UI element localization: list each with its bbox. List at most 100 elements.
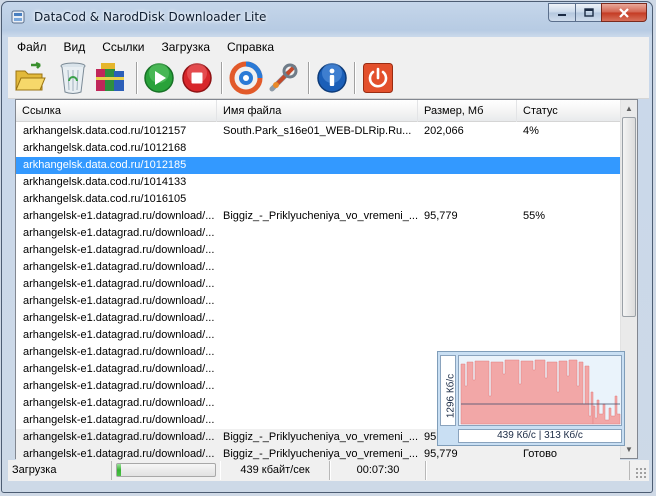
menu-view[interactable]: Вид xyxy=(55,40,94,54)
column-header-status[interactable]: Статус xyxy=(517,100,620,122)
open-button[interactable] xyxy=(12,60,48,96)
cell-status: 55% xyxy=(523,210,546,222)
table-row[interactable]: arhangelsk-e1.datagrad.ru/download/... xyxy=(16,293,620,310)
list-header: Ссылка Имя файла Размер, Мб Статус xyxy=(16,100,620,122)
cell-link: arkhangelsk.data.cod.ru/1012168 xyxy=(23,142,187,154)
cell-link: arhangelsk-e1.datagrad.ru/download/... xyxy=(23,210,215,222)
cell-link: arhangelsk-e1.datagrad.ru/download/... xyxy=(23,363,215,375)
info-icon xyxy=(317,63,347,93)
table-row[interactable]: arhangelsk-e1.datagrad.ru/download/... xyxy=(16,259,620,276)
cell-link: arkhangelsk.data.cod.ru/1012157 xyxy=(23,125,187,137)
menu-bar: Файл Вид Ссылки Загрузка Справка xyxy=(8,37,649,57)
minimize-icon xyxy=(558,13,566,16)
menu-download[interactable]: Загрузка xyxy=(152,40,218,54)
cell-link: arhangelsk-e1.datagrad.ru/download/... xyxy=(23,329,215,341)
toolbar-separator xyxy=(221,62,223,94)
cell-link: arhangelsk-e1.datagrad.ru/download/... xyxy=(23,227,215,239)
menu-links[interactable]: Ссылки xyxy=(93,40,152,54)
recycle-bin-icon xyxy=(60,62,86,94)
status-extra-panel xyxy=(426,461,630,480)
start-button[interactable] xyxy=(141,60,177,96)
progress-fill xyxy=(117,464,121,476)
close-icon xyxy=(619,7,629,18)
stop-icon xyxy=(182,63,212,93)
menu-help[interactable]: Справка xyxy=(218,40,282,54)
archive-boxes-icon xyxy=(96,63,124,91)
window-title: DataCod & NarodDisk Downloader Lite xyxy=(34,10,267,24)
table-row[interactable]: arhangelsk-e1.datagrad.ru/download/... xyxy=(16,225,620,242)
table-row[interactable]: arkhangelsk.data.cod.ru/1012185 xyxy=(16,157,620,174)
open-folder-icon xyxy=(15,62,46,91)
toolbar-separator xyxy=(354,62,356,94)
toolbar-separator xyxy=(308,62,310,94)
status-label: Загрузка xyxy=(8,461,112,480)
cell-link: arhangelsk-e1.datagrad.ru/download/... xyxy=(23,295,215,307)
scroll-thumb[interactable] xyxy=(622,117,636,317)
speed-graph-area xyxy=(460,359,621,425)
settings-button[interactable] xyxy=(265,60,301,96)
download-progress-bar xyxy=(116,463,216,477)
cell-link: arkhangelsk.data.cod.ru/1016105 xyxy=(23,193,187,205)
graph-ylabel-box: 1296 Кб/с xyxy=(440,355,457,426)
table-row[interactable]: arkhangelsk.data.cod.ru/1014133 xyxy=(16,174,620,191)
status-speed: 439 кбайт/сек xyxy=(220,461,330,480)
status-bar: Загрузка 439 кбайт/сек 00:07:30 xyxy=(8,460,649,481)
app-icon xyxy=(11,10,25,24)
start-play-icon xyxy=(144,63,174,93)
resize-grip[interactable] xyxy=(635,467,647,479)
table-row[interactable]: arhangelsk-e1.datagrad.ru/download/... xyxy=(16,327,620,344)
delete-button[interactable] xyxy=(55,60,91,96)
column-header-link[interactable]: Ссылка xyxy=(16,100,217,122)
cell-link: arkhangelsk.data.cod.ru/1014133 xyxy=(23,176,187,188)
cell-link: arhangelsk-e1.datagrad.ru/download/... xyxy=(23,397,215,409)
toolbar-separator xyxy=(136,62,138,94)
status-time: 00:07:30 xyxy=(330,461,426,480)
cell-link: arhangelsk-e1.datagrad.ru/download/... xyxy=(23,431,215,443)
info-button[interactable] xyxy=(314,60,350,96)
cell-link: arhangelsk-e1.datagrad.ru/download/... xyxy=(23,278,215,290)
graph-max-speed: 1296 Кб/с xyxy=(445,373,457,419)
cell-link: arhangelsk-e1.datagrad.ru/download/... xyxy=(23,312,215,324)
close-button[interactable] xyxy=(601,3,647,22)
cell-size: 202,066 xyxy=(424,125,464,137)
table-row[interactable]: arhangelsk-e1.datagrad.ru/download/... Bi… xyxy=(16,208,620,225)
maximize-button[interactable] xyxy=(575,3,601,22)
table-row[interactable]: arkhangelsk.data.cod.ru/1016105 xyxy=(16,191,620,208)
cell-link: arhangelsk-e1.datagrad.ru/download/... xyxy=(23,414,215,426)
table-row[interactable]: arkhangelsk.data.cod.ru/1012168 xyxy=(16,140,620,157)
app-window: DataCod & NarodDisk Downloader Lite Файл… xyxy=(1,1,653,493)
cell-link: arhangelsk-e1.datagrad.ru/download/... xyxy=(23,346,215,358)
title-bar[interactable]: DataCod & NarodDisk Downloader Lite xyxy=(2,2,652,32)
cell-status: 4% xyxy=(523,125,539,137)
table-row[interactable]: arkhangelsk.data.cod.ru/1012157 South.Par… xyxy=(16,123,620,140)
column-header-size[interactable]: Размер, Мб xyxy=(418,100,517,122)
table-row[interactable]: arhangelsk-e1.datagrad.ru/download/... xyxy=(16,276,620,293)
cell-filename: Biggiz_-_Priklyucheniya_vo_vremeni_... xyxy=(223,431,419,443)
exit-button[interactable] xyxy=(360,60,396,96)
menu-file[interactable]: Файл xyxy=(8,40,55,54)
cell-filename: Biggiz_-_Priklyucheniya_vo_vremeni_... xyxy=(223,210,419,222)
speed-graph xyxy=(458,355,622,426)
toolbar xyxy=(8,57,649,99)
cell-link: arkhangelsk.data.cod.ru/1012185 xyxy=(23,159,187,171)
minimize-button[interactable] xyxy=(548,3,575,22)
archive-button[interactable] xyxy=(92,60,128,96)
cell-size: 95,779 xyxy=(424,210,458,222)
column-header-filename[interactable]: Имя файла xyxy=(217,100,418,122)
caption-buttons xyxy=(548,3,647,23)
settings-tools-icon xyxy=(269,63,298,92)
scroll-up-icon[interactable]: ▲ xyxy=(621,100,637,117)
power-exit-icon xyxy=(363,63,393,93)
stop-button[interactable] xyxy=(179,60,215,96)
cell-link: arhangelsk-e1.datagrad.ru/download/... xyxy=(23,244,215,256)
graph-speed-readout: 439 Кб/с | 313 Кб/с xyxy=(458,429,622,443)
refresh-sync-icon xyxy=(229,61,263,95)
refresh-button[interactable] xyxy=(228,60,264,96)
speed-graph-panel: 1296 Кб/с 439 Кб/с | 313 Кб/с xyxy=(437,351,625,446)
table-row[interactable]: arhangelsk-e1.datagrad.ru/download/... xyxy=(16,310,620,327)
cell-link: arhangelsk-e1.datagrad.ru/download/... xyxy=(23,380,215,392)
cell-link: arhangelsk-e1.datagrad.ru/download/... xyxy=(23,261,215,273)
maximize-icon xyxy=(583,8,594,17)
table-row[interactable]: arhangelsk-e1.datagrad.ru/download/... xyxy=(16,242,620,259)
cell-filename: South.Park_s16e01_WEB-DLRip.Ru... xyxy=(223,125,412,137)
